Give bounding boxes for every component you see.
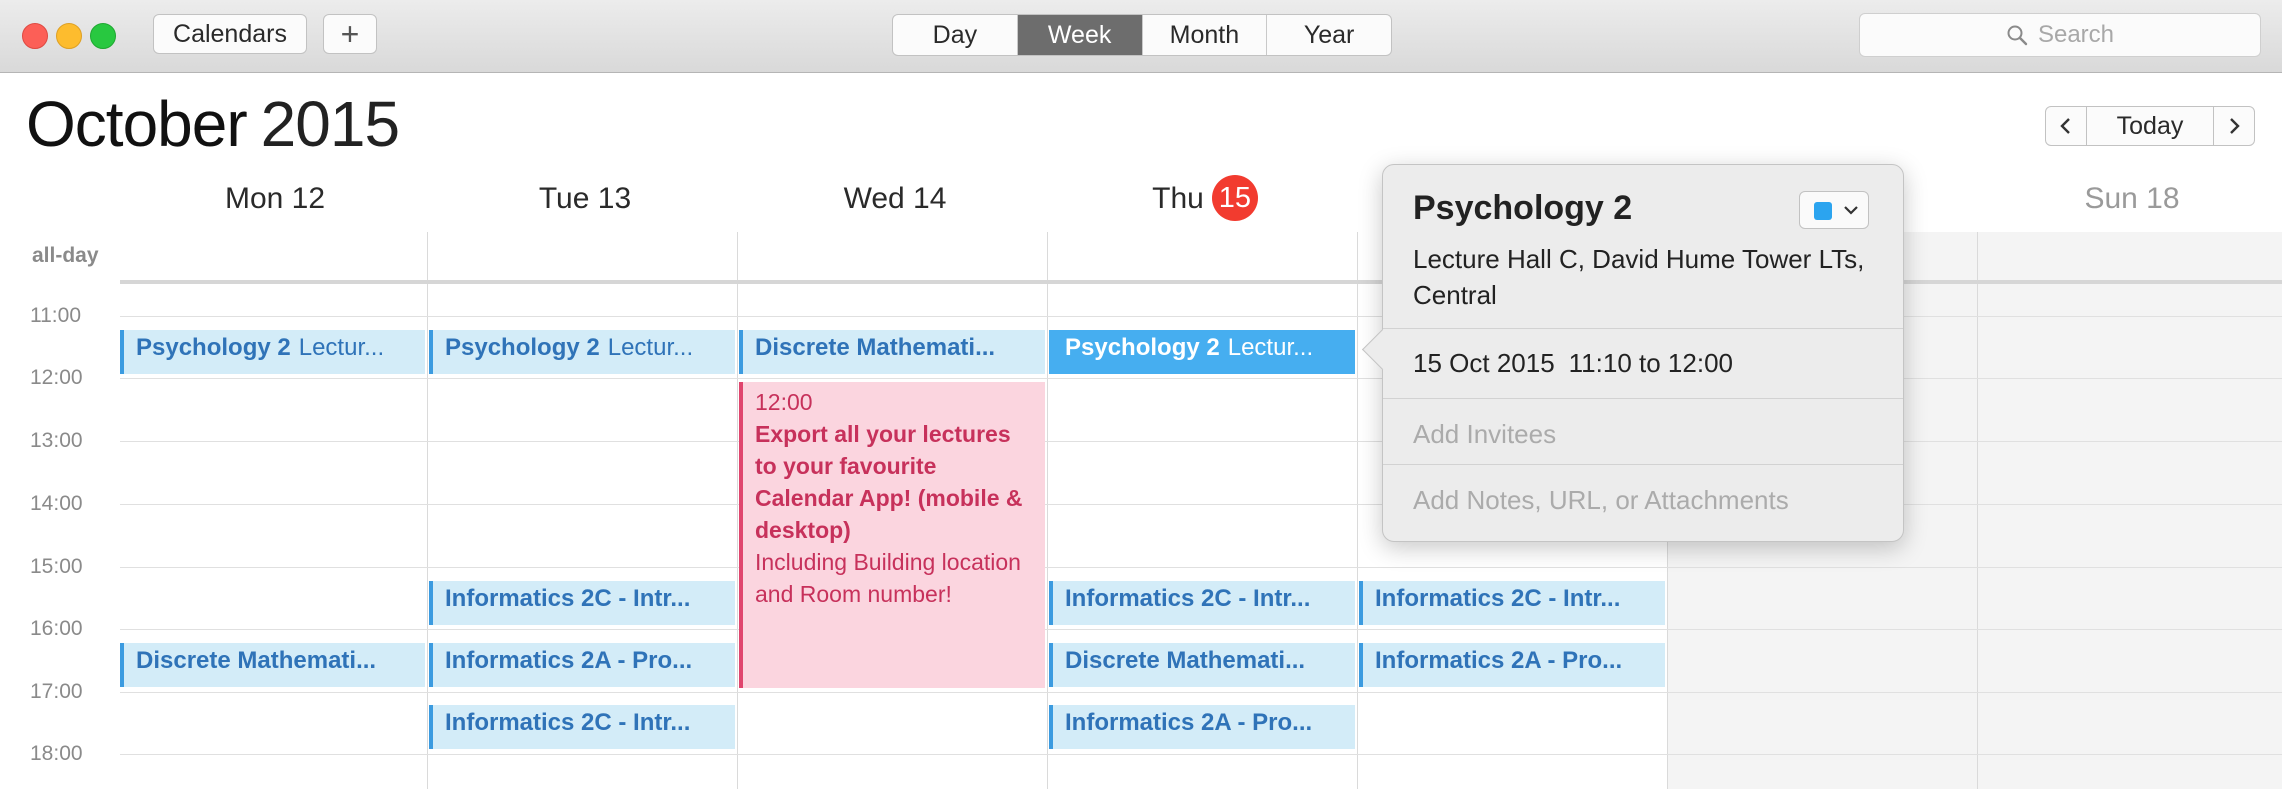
time-label: 14:00 <box>30 492 83 515</box>
event-title: Export all your lectures to your favouri… <box>755 421 1023 543</box>
search-icon <box>2006 24 2028 46</box>
hour-line <box>120 441 2282 442</box>
event-location: Lectur... <box>607 334 694 361</box>
event-notes: Including Building location and Room num… <box>755 549 1021 607</box>
hour-line <box>120 629 2282 630</box>
popover-divider <box>1383 398 1903 399</box>
event-informatics-2a-fri[interactable]: Informatics 2A - Pro... <box>1359 643 1665 687</box>
event-informatics-2c-tue[interactable]: Informatics 2C - Intr... <box>429 581 735 625</box>
popover-divider <box>1383 464 1903 465</box>
minimize-window-button[interactable] <box>56 23 82 49</box>
today-date-badge: 15 <box>1211 175 1258 222</box>
chevron-left-icon <box>2060 118 2070 134</box>
add-invitees-field[interactable]: Add Invitees <box>1413 419 1556 450</box>
event-informatics-2c-tue-2[interactable]: Informatics 2C - Intr... <box>429 705 735 749</box>
search-field[interactable]: Search <box>1859 13 2261 57</box>
tab-week[interactable]: Week <box>1017 15 1143 55</box>
event-psychology-thu-selected[interactable]: Psychology 2 Lectur... <box>1049 330 1355 374</box>
event-title: Informatics 2A - Pro... <box>1375 647 1623 674</box>
event-psychology-tue[interactable]: Psychology 2 Lectur... <box>429 330 735 374</box>
event-export-wed[interactable]: 12:00 Export all your lectures to your f… <box>739 382 1045 688</box>
popover-event-title[interactable]: Psychology 2 <box>1413 189 1632 228</box>
event-title: Discrete Mathemati... <box>1065 647 1306 674</box>
today-button[interactable]: Today <box>2087 106 2213 146</box>
close-window-button[interactable] <box>22 23 48 49</box>
popover-location[interactable]: Lecture Hall C, David Hume Tower LTs, Ce… <box>1413 241 1873 313</box>
event-title: Informatics 2C - Intr... <box>1065 585 1311 612</box>
event-location: Lectur... <box>298 334 385 361</box>
date-navigation: Today <box>2045 106 2255 146</box>
day-header-wed[interactable]: Wed 14 <box>740 178 1050 220</box>
popover-time: 11:10 to 12:00 <box>1568 348 1733 378</box>
event-informatics-2c-fri[interactable]: Informatics 2C - Intr... <box>1359 581 1665 625</box>
event-informatics-2a-tue[interactable]: Informatics 2A - Pro... <box>429 643 735 687</box>
day-name: Thu <box>1152 182 1204 215</box>
event-title: Informatics 2C - Intr... <box>445 585 691 612</box>
event-location: Lectur... <box>1227 334 1314 361</box>
event-title: Discrete Mathemati... <box>755 334 996 361</box>
page-title: October 2015 <box>26 88 400 160</box>
day-header-sun[interactable]: Sun 18 <box>1977 178 2282 220</box>
day-header-thu[interactable]: Thu 15 <box>1050 175 1360 222</box>
time-label: 16:00 <box>30 617 83 640</box>
event-title: Informatics 2A - Pro... <box>1065 709 1313 736</box>
day-header-mon[interactable]: Mon 12 <box>120 178 430 220</box>
popover-date-time[interactable]: 15 Oct 2015 11:10 to 12:00 <box>1413 348 1733 379</box>
chevron-down-icon <box>1844 206 1858 215</box>
event-title: Discrete Mathemati... <box>136 647 377 674</box>
event-title: Informatics 2A - Pro... <box>445 647 693 674</box>
time-label: 17:00 <box>30 680 83 703</box>
hour-line <box>120 567 2282 568</box>
hour-line <box>120 754 2282 755</box>
popover-divider <box>1383 328 1903 329</box>
hour-line <box>120 316 2282 317</box>
event-title: Informatics 2C - Intr... <box>445 709 691 736</box>
add-event-button[interactable]: + <box>323 14 377 54</box>
time-label: 15:00 <box>30 555 83 578</box>
hour-line <box>120 692 2282 693</box>
year-label: 2015 <box>260 88 400 160</box>
tab-day[interactable]: Day <box>893 15 1018 55</box>
search-placeholder: Search <box>2037 21 2115 48</box>
month-label: October <box>26 88 248 160</box>
event-title: Psychology 2 <box>1065 334 1220 361</box>
time-label: 12:00 <box>30 366 83 389</box>
calendars-button[interactable]: Calendars <box>153 14 307 54</box>
event-discrete-maths-thu[interactable]: Discrete Mathemati... <box>1049 643 1355 687</box>
zoom-window-button[interactable] <box>90 23 116 49</box>
event-title: Psychology 2 <box>445 334 600 361</box>
time-label: 11:00 <box>30 304 81 327</box>
add-notes-field[interactable]: Add Notes, URL, or Attachments <box>1413 485 1789 516</box>
event-time: 12:00 <box>755 389 813 415</box>
popover-date: 15 Oct 2015 <box>1413 348 1555 378</box>
calendar-color-swatch <box>1814 202 1832 220</box>
event-title: Psychology 2 <box>136 334 291 361</box>
tab-month[interactable]: Month <box>1143 15 1268 55</box>
event-discrete-maths-wed[interactable]: Discrete Mathemati... <box>739 330 1045 374</box>
toolbar: Calendars + Day Week Month Year Search <box>0 0 2282 73</box>
event-title: Informatics 2C - Intr... <box>1375 585 1621 612</box>
view-switcher: Day Week Month Year <box>892 14 1392 56</box>
day-header-tue[interactable]: Tue 13 <box>430 178 740 220</box>
all-day-separator <box>120 280 2282 284</box>
week-grid[interactable]: all-day 11:00 12:00 13:00 14:00 15:00 16… <box>0 232 2282 789</box>
time-label: 13:00 <box>30 429 83 452</box>
event-informatics-2c-thu[interactable]: Informatics 2C - Intr... <box>1049 581 1355 625</box>
event-informatics-2a-thu[interactable]: Informatics 2A - Pro... <box>1049 705 1355 749</box>
calendar-color-picker[interactable] <box>1799 191 1869 229</box>
tab-year[interactable]: Year <box>1267 15 1391 55</box>
hour-line <box>120 504 2282 505</box>
previous-week-button[interactable] <box>2045 106 2087 146</box>
time-label: 18:00 <box>30 742 83 765</box>
chevron-right-icon <box>2230 118 2240 134</box>
event-psychology-mon[interactable]: Psychology 2 Lectur... <box>120 330 425 374</box>
event-discrete-maths-mon[interactable]: Discrete Mathemati... <box>120 643 425 687</box>
hour-line <box>120 378 2282 379</box>
next-week-button[interactable] <box>2213 106 2255 146</box>
event-detail-popover: Psychology 2 Lecture Hall C, David Hume … <box>1361 164 1904 542</box>
all-day-label: all-day <box>32 244 99 267</box>
